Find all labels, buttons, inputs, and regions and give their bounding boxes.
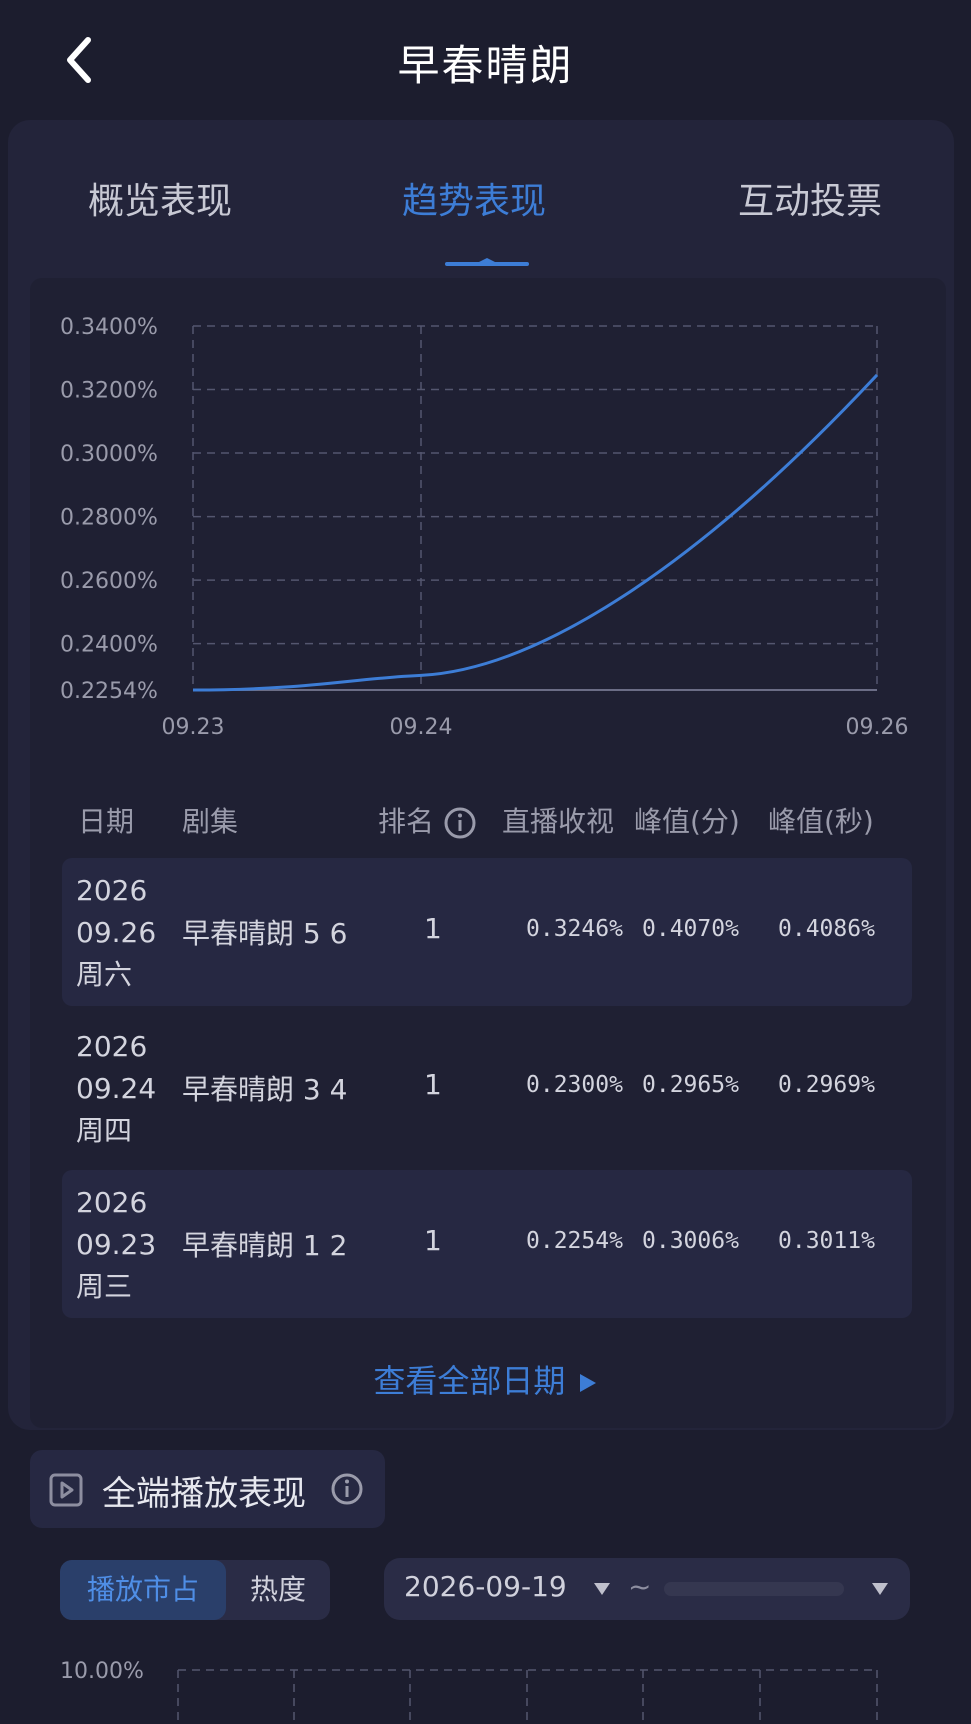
date-separator: ~: [628, 1570, 652, 1603]
x-tick-label: 09.24: [390, 715, 453, 740]
col-peak-min: 峰值(分): [634, 805, 740, 838]
peak-min-cell: 0.3006%: [642, 1228, 739, 1254]
y-tick-label: 0.3000%: [60, 442, 158, 467]
y-tick-label: 0.2600%: [60, 569, 158, 594]
peak-sec-cell: 0.4086%: [778, 916, 875, 942]
play-arrow-icon: [579, 1374, 596, 1392]
episode-cell: 早春晴朗 5 6: [182, 917, 348, 950]
col-rank-label: 排名: [378, 805, 435, 838]
view-all-dates-link[interactable]: 查看全部日期: [0, 1356, 971, 1402]
dropdown-icon: [594, 1583, 610, 1595]
dropdown-icon: [872, 1583, 888, 1595]
y-tick-label: 0.2800%: [60, 506, 158, 531]
episode-cell: 早春晴朗 3 4: [182, 1073, 348, 1106]
segment-market-share[interactable]: 播放市占: [60, 1560, 226, 1620]
metric-segmented-control: 播放市占 热度: [60, 1560, 330, 1620]
x-tick-label: 09.23: [162, 715, 225, 740]
segment-heat[interactable]: 热度: [226, 1560, 330, 1620]
x-tick-label: 09.26: [846, 715, 909, 740]
play-box-icon: [49, 1473, 83, 1507]
col-episode: 剧集: [182, 805, 239, 838]
date-cell: 2026 09.24 周四: [76, 1030, 157, 1147]
live-cell: 0.2254%: [526, 1228, 623, 1254]
date-end-blurred: [664, 1582, 844, 1596]
view-all-label: 查看全部日期: [373, 1362, 566, 1400]
y-tick-label: 0.2254%: [60, 679, 158, 704]
live-cell: 0.2300%: [526, 1072, 623, 1098]
section-title: 全端播放表现: [102, 1474, 306, 1514]
table-row[interactable]: 2026 09.24 周四 早春晴朗 3 4 1 0.2300% 0.2965%…: [62, 1014, 912, 1162]
peak-sec-cell: 0.2969%: [778, 1072, 875, 1098]
date-cell: 2026 09.26 周六: [76, 874, 157, 991]
peak-min-cell: 0.2965%: [642, 1072, 739, 1098]
peak-min-cell: 0.4070%: [642, 916, 739, 942]
rank-cell: 1: [424, 1224, 442, 1257]
trend-line-chart: 0.3400% 0.3200% 0.3000% 0.2800% 0.2600% 0.240…: [60, 315, 909, 740]
col-peak-sec: 峰值(秒): [768, 805, 874, 838]
rank-cell: 1: [424, 912, 442, 945]
episode-cell: 早春晴朗 1 2: [182, 1229, 348, 1262]
table-row[interactable]: 2026 09.26 周六 早春晴朗 5 6 1 0.3246% 0.4070%…: [62, 858, 912, 1006]
peak-sec-cell: 0.3011%: [778, 1228, 875, 1254]
info-icon[interactable]: [330, 1472, 364, 1506]
y-tick-label: 0.3400%: [60, 315, 158, 340]
y-tick-label: 10.00%: [60, 1659, 144, 1684]
date-start: 2026-09-19: [404, 1570, 567, 1603]
live-cell: 0.3246%: [526, 916, 623, 942]
col-live: 直播收视: [502, 805, 615, 838]
date-cell: 2026 09.23 周三: [76, 1186, 157, 1303]
rank-cell: 1: [424, 1068, 442, 1101]
date-range-picker[interactable]: 2026-09-19 ~: [384, 1558, 910, 1620]
y-tick-label: 0.3200%: [60, 379, 158, 404]
y-tick-label: 0.2400%: [60, 633, 158, 658]
info-icon[interactable]: [443, 806, 477, 840]
table-row[interactable]: 2026 09.23 周三 早春晴朗 1 2 1 0.2254% 0.3006%…: [62, 1170, 912, 1318]
col-rank: 排名: [378, 800, 477, 840]
col-date: 日期: [78, 805, 135, 838]
playback-share-chart: 10.00%: [60, 1659, 878, 1724]
series-line: [192, 373, 879, 692]
section-header: 全端播放表现: [30, 1450, 385, 1528]
